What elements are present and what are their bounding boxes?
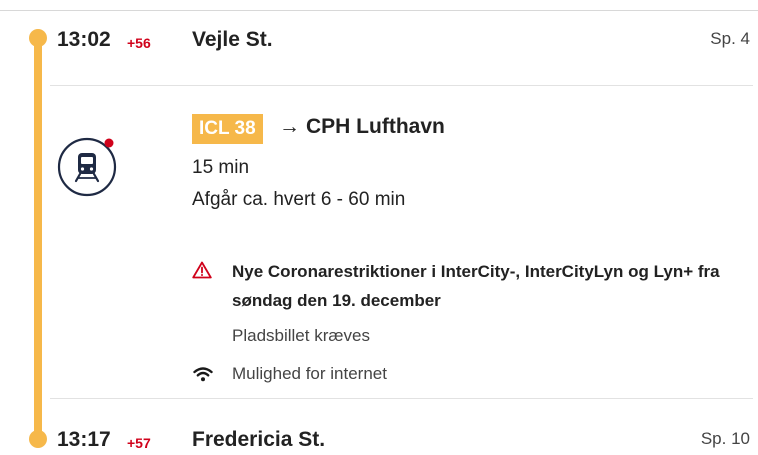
departure-station: Vejle St. (192, 28, 273, 51)
arrival-time: 13:17 (57, 428, 111, 451)
journey-detail-panel: 13:02 +56 Vejle St. Sp. 4 ICL 38 → CPH Lu… (0, 0, 758, 455)
direction-arrow: → (279, 115, 300, 138)
departure-track: Sp. 4 (710, 29, 750, 48)
divider (50, 85, 753, 86)
departure-time: 13:02 (57, 28, 111, 51)
train-icon (57, 137, 117, 197)
departure-delay: +56 (127, 35, 151, 51)
warning-triangle-icon (192, 261, 212, 279)
internet-amenity: Mulighed for internet (232, 364, 387, 383)
alert-dot-icon (104, 138, 114, 148)
departure-frequency: Afgår ca. hvert 6 - 60 min (192, 189, 406, 210)
wifi-icon (193, 367, 213, 382)
timeline-line (34, 37, 42, 442)
line-badge: ICL 38 (192, 114, 263, 144)
destination: CPH Lufthavn (306, 115, 445, 138)
timeline-arrival-dot (29, 430, 47, 448)
direction: → CPH Lufthavn (279, 115, 445, 139)
divider (50, 398, 753, 399)
seat-reservation-info: Pladsbillet kræves (232, 326, 370, 345)
arrival-delay: +57 (127, 435, 151, 451)
arrival-station: Fredericia St. (192, 428, 326, 451)
notice-link[interactable]: Nye Coronarestriktioner i InterCity-, In… (232, 257, 732, 315)
top-border (0, 10, 758, 11)
timeline-departure-dot (29, 29, 47, 47)
travel-duration: 15 min (192, 157, 250, 178)
arrival-track: Sp. 10 (700, 429, 750, 448)
